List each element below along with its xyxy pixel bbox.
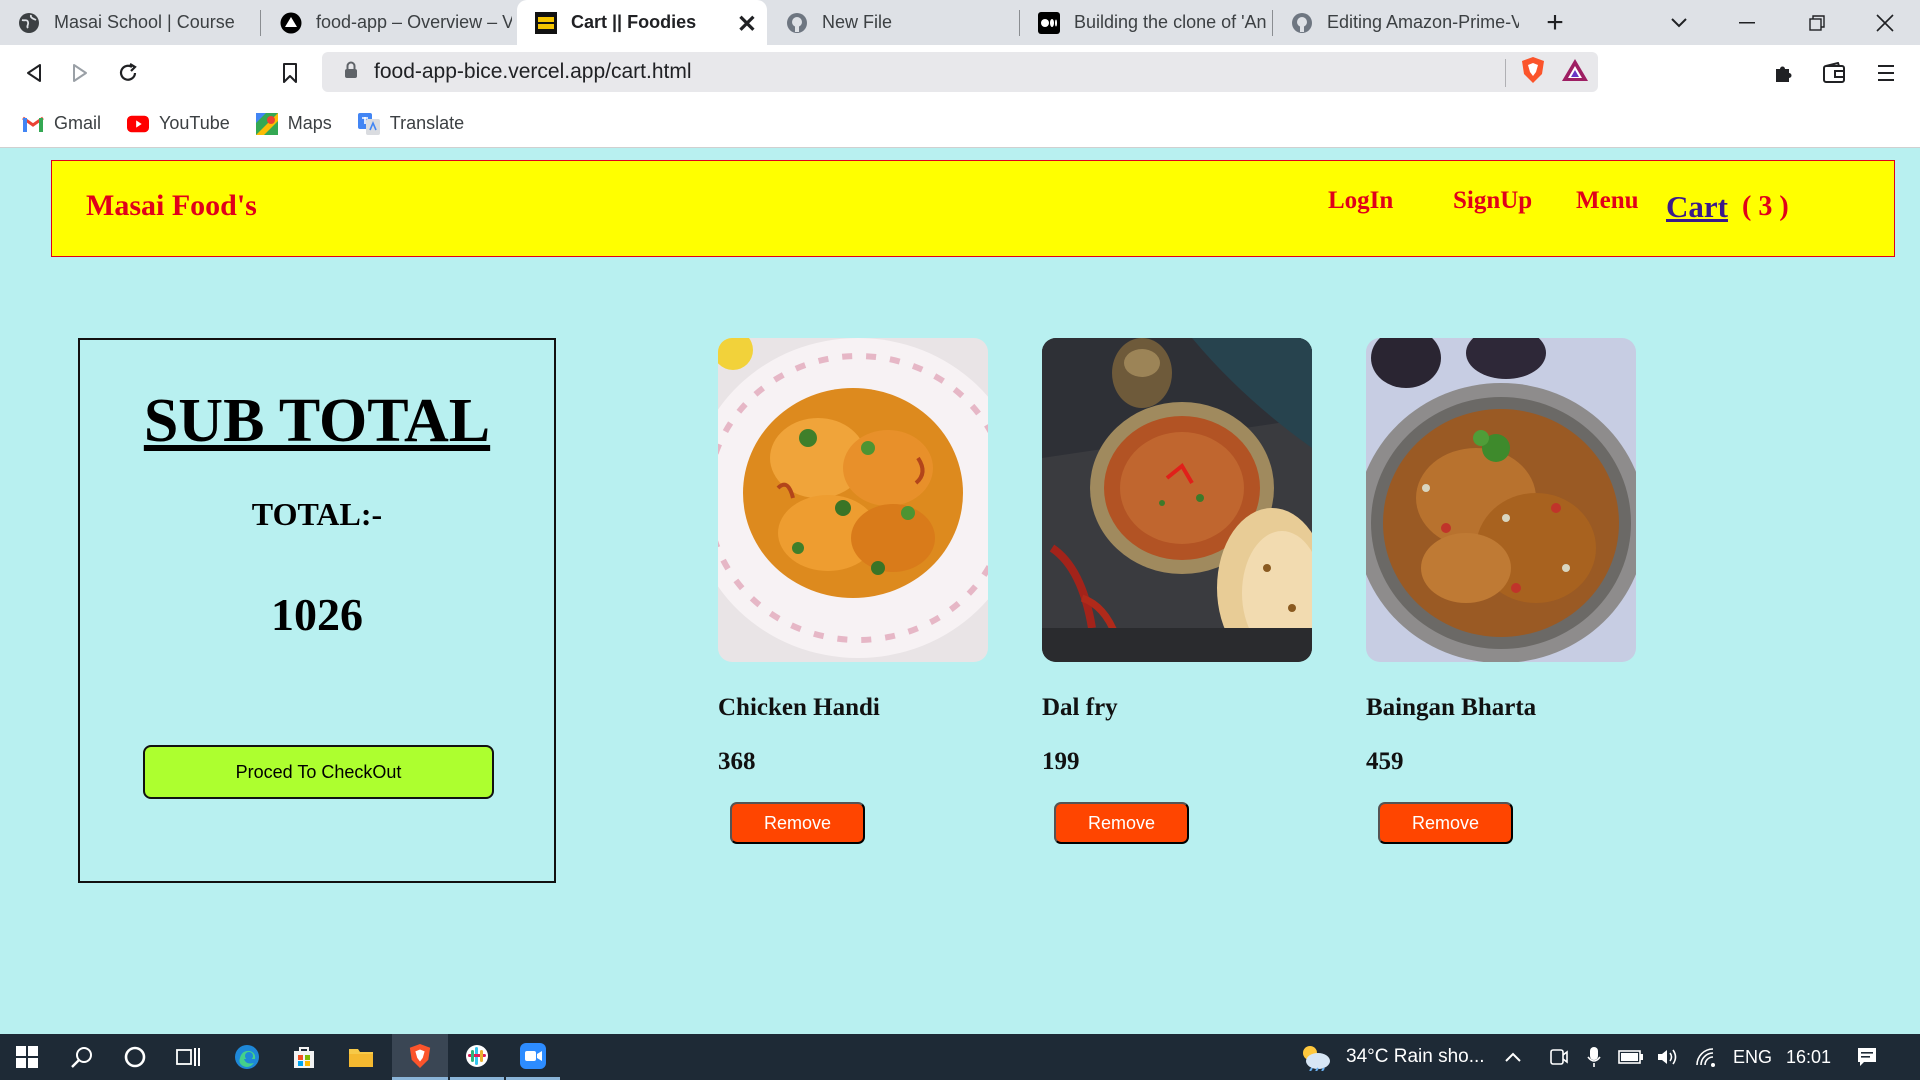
bookmark-icon[interactable]	[274, 57, 306, 89]
store-icon[interactable]	[279, 1034, 329, 1080]
cortana-icon[interactable]	[110, 1034, 160, 1080]
site-header: Masai Food's LogIn SignUp Menu Cart ( 3 …	[51, 160, 1895, 257]
item-name: Chicken Handi	[718, 694, 880, 721]
windows-start-icon[interactable]	[2, 1034, 52, 1080]
language-indicator[interactable]: ENG	[1733, 1034, 1772, 1080]
tab-search-chevron-icon[interactable]	[1644, 0, 1714, 45]
tab-food-app-overview[interactable]: food-app – Overview – V	[262, 0, 512, 45]
reload-button[interactable]	[112, 57, 144, 89]
subtotal-panel: SUB TOTAL TOTAL:- 1026 Proced To CheckOu…	[78, 338, 556, 883]
notification-icon[interactable]	[1845, 1034, 1889, 1080]
nav-cart-link[interactable]: Cart	[1666, 189, 1728, 225]
tab-cart-foodies[interactable]: Cart || Foodies ✕	[517, 0, 767, 45]
translate-icon	[357, 112, 380, 135]
bookmark-youtube[interactable]: YouTube	[127, 113, 230, 135]
nav-signup-link[interactable]: SignUp	[1453, 187, 1532, 215]
wallet-icon[interactable]	[1818, 57, 1850, 89]
remove-button[interactable]: Remove	[1054, 802, 1189, 844]
item-price: 459	[1366, 748, 1404, 775]
remove-button[interactable]: Remove	[1378, 802, 1513, 844]
browser-tab-strip: Masai School | Course food-app – Overvie…	[0, 0, 1920, 45]
github-icon	[786, 12, 808, 34]
tab-new-file[interactable]: New File	[768, 0, 1018, 45]
address-bar[interactable]: food-app-bice.vercel.app/cart.html	[322, 52, 1598, 92]
gmail-icon	[22, 113, 44, 135]
nav-menu-link[interactable]: Menu	[1576, 187, 1639, 215]
search-icon[interactable]	[57, 1034, 107, 1080]
weather-icon[interactable]	[1288, 1034, 1342, 1080]
meet-now-icon[interactable]	[1543, 1034, 1575, 1080]
tab-separator	[260, 10, 261, 36]
cart-count-badge: ( 3 )	[1742, 191, 1789, 222]
new-tab-button[interactable]: +	[1520, 0, 1590, 45]
minimize-button[interactable]	[1712, 0, 1782, 45]
wifi-icon[interactable]	[1688, 1034, 1724, 1080]
forward-button[interactable]	[64, 57, 96, 89]
cart-item-card: Dal fry 199 Remove	[1042, 338, 1314, 858]
total-amount: 1026	[271, 589, 363, 640]
zoom-icon[interactable]	[506, 1034, 560, 1080]
chevron-up-icon[interactable]	[1497, 1034, 1529, 1080]
extensions-icon[interactable]	[1768, 57, 1800, 89]
remove-button[interactable]: Remove	[730, 802, 865, 844]
url-text: food-app-bice.vercel.app/cart.html	[374, 60, 692, 83]
brave-taskbar-icon[interactable]	[392, 1034, 448, 1080]
tab-medium-article[interactable]: Building the clone of 'An	[1020, 0, 1272, 45]
bookmark-maps[interactable]: Maps	[255, 112, 332, 135]
item-name: Dal fry	[1042, 694, 1118, 721]
brave-shields-icon[interactable]	[1520, 56, 1546, 89]
windows-taskbar: 34°C Rain sho... ENG 16:01	[0, 1034, 1920, 1080]
file-explorer-icon[interactable]	[336, 1034, 386, 1080]
close-window-button[interactable]	[1850, 0, 1920, 45]
subtotal-heading: SUB TOTAL	[143, 387, 491, 455]
bookmarks-bar: Gmail YouTube Maps Translate	[0, 100, 1920, 148]
chicken-handi-image	[718, 338, 988, 662]
item-name: Baingan Bharta	[1366, 694, 1537, 721]
item-price: 199	[1042, 748, 1080, 775]
dal-fry-image	[1042, 338, 1312, 662]
microphone-icon[interactable]	[1578, 1034, 1610, 1080]
maps-icon	[255, 112, 278, 135]
menu-icon[interactable]	[1870, 57, 1902, 89]
medium-icon	[1038, 11, 1060, 34]
clock[interactable]: 16:01	[1786, 1034, 1831, 1080]
baingan-bharta-image	[1366, 338, 1636, 662]
globe-icon	[18, 12, 40, 34]
task-view-icon[interactable]	[163, 1034, 213, 1080]
browser-toolbar: food-app-bice.vercel.app/cart.html	[0, 45, 1920, 100]
vercel-icon	[280, 12, 302, 34]
site-brand[interactable]: Masai Food's	[86, 189, 257, 223]
battery-icon[interactable]	[1613, 1034, 1649, 1080]
close-tab-icon[interactable]: ✕	[737, 10, 757, 39]
lock-icon	[344, 61, 358, 84]
nav-login-link[interactable]: LogIn	[1328, 187, 1393, 215]
edge-icon[interactable]	[222, 1034, 272, 1080]
total-label: TOTAL:-	[251, 496, 383, 532]
bookmark-gmail[interactable]: Gmail	[22, 113, 101, 135]
back-button[interactable]	[18, 57, 50, 89]
restore-button[interactable]	[1782, 0, 1852, 45]
checkout-button[interactable]: Proced To CheckOut	[143, 745, 494, 799]
tab-editing-amazon[interactable]: Editing Amazon-Prime-V	[1273, 0, 1521, 45]
divider	[1505, 58, 1506, 87]
item-price: 368	[718, 748, 756, 775]
food-favicon	[535, 11, 557, 34]
github-icon	[1291, 12, 1313, 34]
tab-masai-school[interactable]: Masai School | Course	[0, 0, 262, 45]
cart-item-card: Chicken Handi 368 Remove	[718, 338, 990, 858]
slack-icon[interactable]	[450, 1034, 504, 1080]
weather-text[interactable]: 34°C Rain sho...	[1346, 1034, 1485, 1080]
bookmark-translate[interactable]: Translate	[357, 112, 464, 135]
volume-icon[interactable]	[1650, 1034, 1686, 1080]
youtube-icon	[127, 113, 150, 135]
brave-rewards-icon[interactable]	[1560, 57, 1590, 88]
cart-item-card: Baingan Bharta 459 Remove	[1366, 338, 1638, 858]
